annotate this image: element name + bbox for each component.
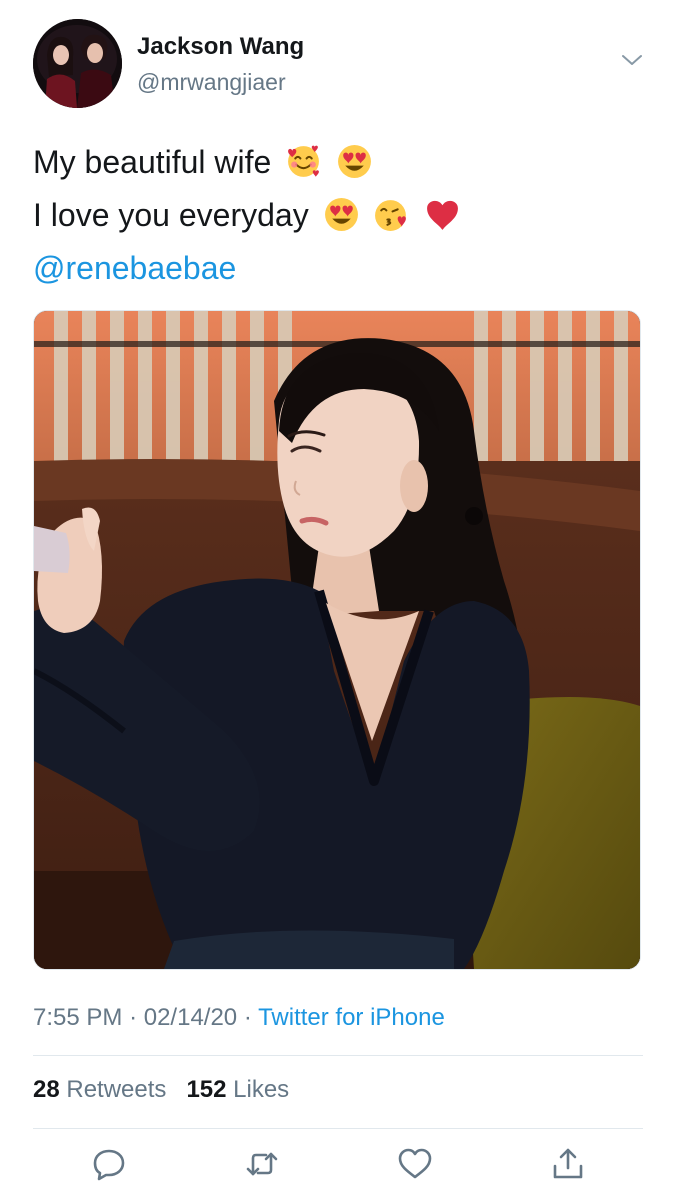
- display-name[interactable]: Jackson Wang: [137, 33, 304, 61]
- tweet-meta: 7:55 PM · 02/14/20 · Twitter for iPhone: [33, 1004, 445, 1032]
- likes-stat[interactable]: 152 Likes: [186, 1076, 289, 1103]
- retweets-count: 28: [33, 1076, 60, 1103]
- smiling-face-with-hearts-icon: [285, 143, 322, 180]
- tweet-line-1-text: My beautiful wife: [33, 144, 272, 180]
- tweet-time: 7:55 PM: [33, 1004, 123, 1031]
- user-handle[interactable]: @mrwangjiaer: [137, 69, 286, 96]
- likes-label: Likes: [233, 1076, 290, 1103]
- tweet-source-link[interactable]: Twitter for iPhone: [258, 1004, 445, 1031]
- meta-separator: ·: [129, 1004, 138, 1031]
- retweet-icon[interactable]: [244, 1146, 280, 1182]
- avatar-image: [33, 19, 122, 108]
- retweets-label: Retweets: [66, 1076, 167, 1103]
- avatar[interactable]: [33, 19, 122, 108]
- red-heart-icon: [424, 196, 461, 233]
- heart-eyes-icon: [323, 196, 360, 233]
- share-icon[interactable]: [550, 1146, 586, 1182]
- tweet-date: 02/14/20: [143, 1004, 238, 1031]
- chevron-down-icon[interactable]: [621, 53, 643, 67]
- tweet-line-1: My beautiful wife: [33, 136, 643, 189]
- tweet-actions: [33, 1140, 643, 1188]
- meta-separator: ·: [243, 1004, 252, 1031]
- tweet-line-2-text: I love you everyday: [33, 197, 309, 233]
- mention-link[interactable]: @renebaebae: [33, 242, 643, 295]
- tweet-photo[interactable]: [33, 310, 641, 970]
- face-blowing-kiss-icon: [373, 196, 410, 233]
- tweet-line-2: I love you everyday: [33, 189, 643, 242]
- retweets-stat[interactable]: 28 Retweets: [33, 1076, 166, 1103]
- tweet-stats: 28 Retweets 152 Likes: [33, 1076, 289, 1104]
- divider: [33, 1055, 643, 1056]
- tweet-text: My beautiful wife I love you everyday @r…: [33, 136, 643, 295]
- likes-count: 152: [186, 1076, 227, 1103]
- reply-icon[interactable]: [91, 1146, 127, 1182]
- divider: [33, 1128, 643, 1129]
- tweet-header: Jackson Wang @mrwangjiaer: [33, 19, 643, 109]
- tweet-photo-image: [34, 311, 640, 969]
- heart-icon[interactable]: [397, 1146, 433, 1182]
- heart-eyes-icon: [336, 143, 373, 180]
